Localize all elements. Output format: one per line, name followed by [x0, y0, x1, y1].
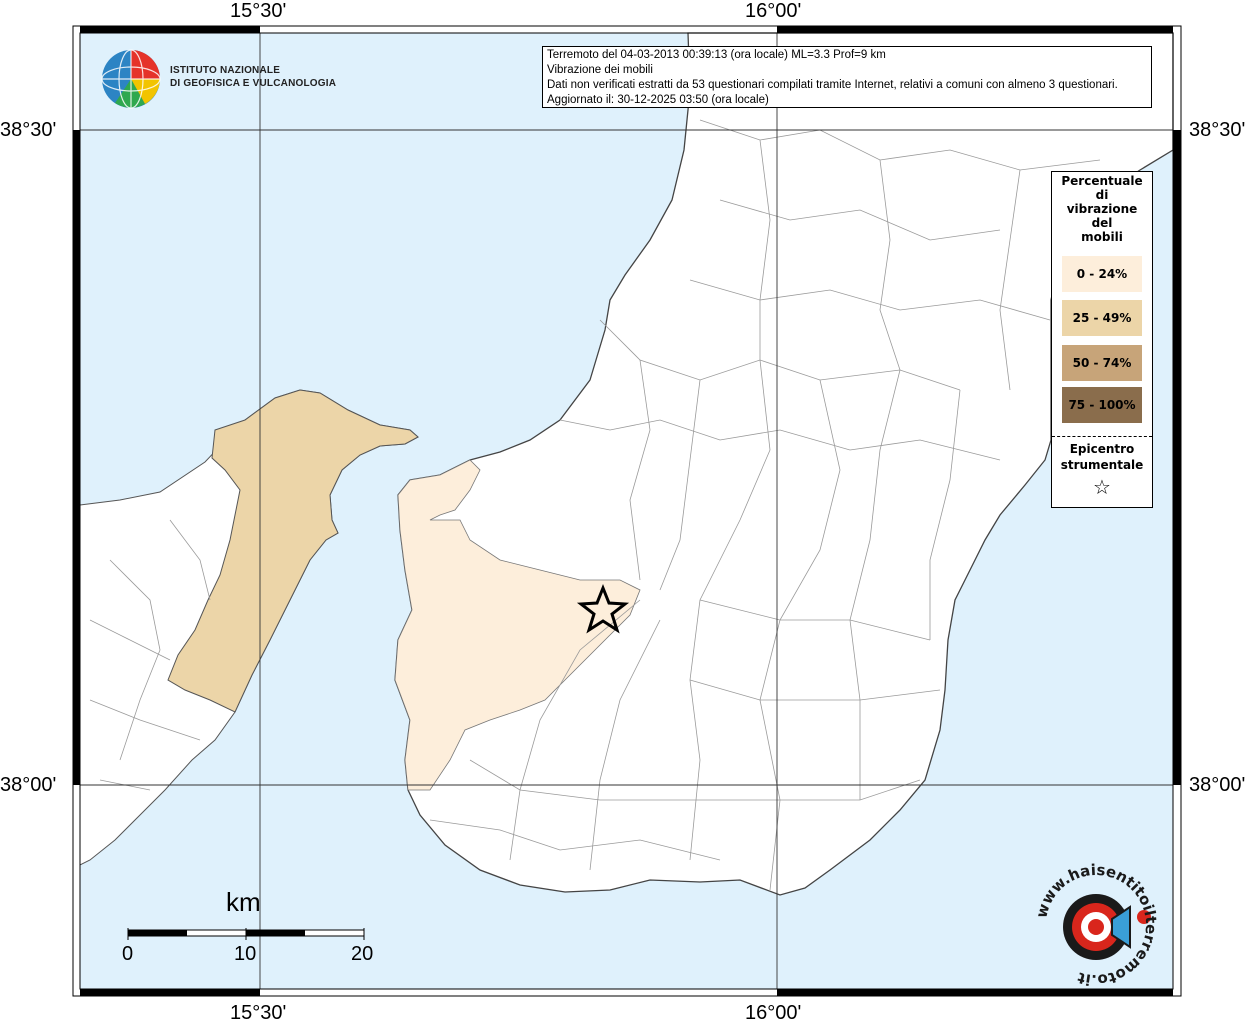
- legend-class-25-49: 25 - 49%: [1062, 300, 1142, 336]
- legend-star-icon: ☆: [1093, 475, 1111, 499]
- lon-label-top-2: 16°00': [745, 0, 802, 22]
- scale-unit: km: [226, 887, 261, 917]
- legend-class-75-100: 75 - 100%: [1062, 387, 1142, 423]
- lat-label-right-2: 38°00': [1189, 774, 1246, 796]
- legend-epicenter-line2: strumentale: [1060, 458, 1144, 472]
- update-time: Aggiornato il: 30-12-2025 03:50 (ora loc…: [547, 94, 769, 106]
- legend-title-line: del: [1091, 216, 1113, 230]
- legend-epicenter-label: Epicentro strumentale: [1052, 441, 1152, 473]
- legend-class-0-24: 0 - 24%: [1062, 256, 1142, 292]
- data-note: Dati non verificati estratti da 53 quest…: [547, 79, 1118, 91]
- map-subject: Vibrazione dei mobili: [547, 64, 653, 76]
- legend-title-line: Percentuale: [1061, 174, 1143, 188]
- event-summary: Terremoto del 04-03-2013 00:39:13 (ora l…: [547, 49, 886, 61]
- legend-title-line: mobili: [1081, 230, 1123, 244]
- lon-label-bottom-2: 16°00': [745, 1002, 802, 1024]
- lat-label-left-2: 38°00': [0, 774, 57, 796]
- scale-tick-20: 20: [351, 943, 374, 965]
- ingv-name-line1: ISTITUTO NAZIONALE: [170, 65, 281, 76]
- scale-tick-0: 0: [122, 943, 134, 965]
- legend-title-line: di: [1095, 188, 1109, 202]
- map-legend: Percentuale di vibrazione del mobili 0 -…: [1051, 171, 1153, 508]
- ingv-name: ISTITUTO NAZIONALE DI GEOFISICA E VULCAN…: [170, 64, 336, 90]
- legend-title-line: vibrazione: [1066, 202, 1138, 216]
- ingv-name-line2: DI GEOFISICA E VULCANOLOGIA: [170, 78, 337, 89]
- legend-separator: [1052, 436, 1152, 437]
- legend-epicenter-line1: Epicentro: [1069, 442, 1135, 456]
- lat-label-left-1: 38°30': [0, 119, 57, 141]
- lon-label-top-1: 15°30': [230, 0, 287, 22]
- event-info-box: Terremoto del 04-03-2013 00:39:13 (ora l…: [542, 46, 1152, 108]
- lon-label-bottom-1: 15°30': [230, 1002, 287, 1024]
- scale-tick-10: 10: [234, 943, 257, 965]
- lat-label-right-1: 38°30': [1189, 119, 1246, 141]
- haisentito-logo: www.haisentitoilterremoto.it: [1032, 861, 1160, 989]
- legend-title: Percentuale di vibrazione del mobili: [1052, 174, 1152, 244]
- legend-class-50-74: 50 - 74%: [1062, 345, 1142, 381]
